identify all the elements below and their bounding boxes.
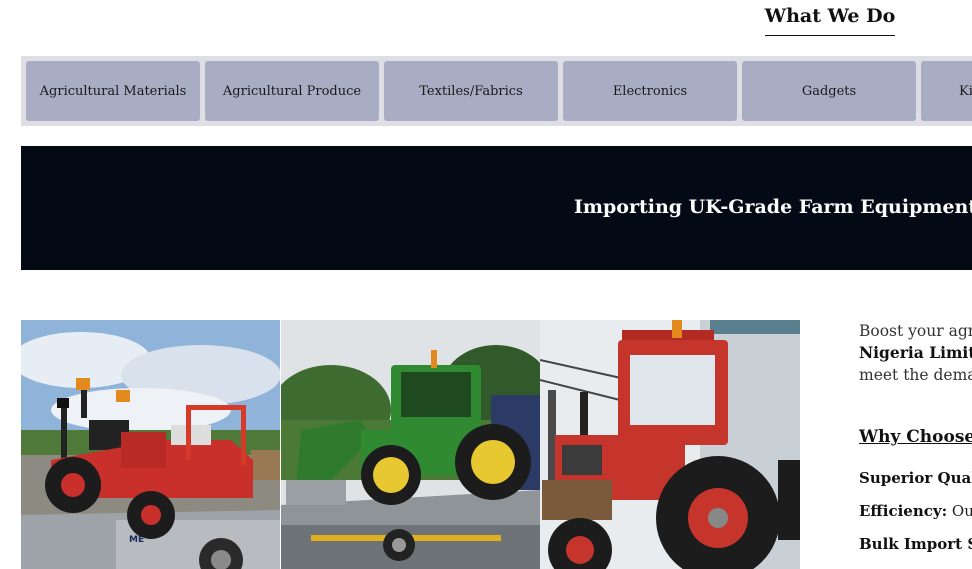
- feature-item: Bulk Import Sa: [859, 533, 972, 555]
- feature-label: Superior Quali: [859, 469, 972, 487]
- gallery-image-green-tractor: [281, 320, 540, 569]
- tab-textiles-fabrics[interactable]: Textiles/Fabrics: [384, 61, 558, 121]
- tab-electronics[interactable]: Electronics: [563, 61, 737, 121]
- tab-agricultural-materials[interactable]: Agricultural Materials: [26, 61, 200, 121]
- intro-company-name: Nigeria Limitec: [859, 343, 972, 362]
- section-heading: What We Do: [765, 0, 895, 36]
- intro-text-line: meet the demar: [859, 366, 972, 384]
- intro-panel: Boost your agri Nigeria Limitec meet the…: [859, 320, 972, 569]
- intro-text-line: Boost your agri: [859, 322, 972, 340]
- tab-gadgets[interactable]: Gadgets: [742, 61, 916, 121]
- feature-label: Bulk Import Sa: [859, 535, 972, 553]
- tab-agricultural-produce[interactable]: Agricultural Produce: [205, 61, 379, 121]
- gallery-image-red-tractor: [540, 320, 800, 569]
- feature-item: Efficiency: Our: [859, 500, 972, 522]
- hero-banner: Importing UK-Grade Farm Equipment and: [21, 146, 972, 270]
- banner-title: Importing UK-Grade Farm Equipment and: [574, 196, 972, 218]
- why-choose-heading: Why Choose (: [859, 427, 972, 447]
- feature-text: Our: [951, 502, 972, 520]
- feature-item: Superior Quali: [859, 467, 972, 489]
- tab-partial[interactable]: Ki: [921, 61, 972, 121]
- gallery-image-red-compact-tractor: ME: [21, 320, 280, 569]
- feature-label: Efficiency:: [859, 502, 948, 520]
- tractor-gallery: ME: [21, 320, 800, 569]
- category-tabbar: Agricultural Materials Agricultural Prod…: [21, 56, 972, 126]
